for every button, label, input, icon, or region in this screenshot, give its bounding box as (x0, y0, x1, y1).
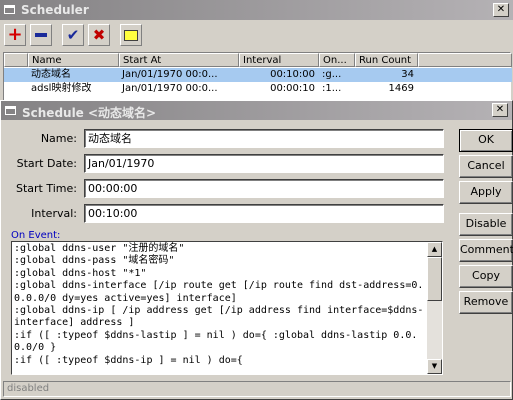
scheduler-table: Name Start At Interval On... Run Count 动… (3, 52, 512, 107)
table-header: Name Start At Interval On... Run Count (4, 53, 512, 67)
cell-run-count: 34 (401, 69, 414, 80)
column-header-filler (418, 53, 512, 67)
x-icon: ✖ (92, 26, 106, 44)
dialog-close-button[interactable]: ✕ (492, 103, 508, 117)
cell-start-at: Jan/01/1970 00:0... (122, 83, 218, 94)
start-time-label: Start Time: (16, 182, 77, 195)
cell-interval: 00:10:00 (270, 69, 315, 80)
name-label: Name: (40, 132, 77, 145)
scheduler-title: Scheduler (21, 3, 89, 17)
dialog-title: Schedule <动态域名> (22, 106, 157, 120)
disable-button[interactable]: Disable (459, 213, 513, 236)
on-event-label: On Event: (11, 230, 61, 241)
status-bar: disabled (3, 381, 511, 397)
apply-button[interactable]: Apply (459, 181, 513, 204)
interval-field[interactable]: 00:10:00 (84, 204, 444, 223)
column-header-marker (4, 53, 28, 67)
cell-run-count: 1469 (388, 83, 414, 94)
remove-button[interactable]: Remove (459, 291, 513, 314)
cell-name: 动态域名 (31, 69, 71, 80)
column-header-interval[interactable]: Interval (239, 53, 319, 67)
ok-button[interactable]: OK (459, 129, 513, 152)
start-date-field[interactable]: Jan/01/1970 (84, 154, 444, 173)
scroll-thumb[interactable] (427, 257, 442, 301)
table-row[interactable]: adsl映射修改 Jan/01/1970 00:0... 00:00:10 :1… (4, 82, 512, 96)
schedule-dialog: Schedule <动态域名> ✕ Name: 动态域名 Start Date:… (0, 100, 513, 400)
enable-button[interactable]: ✔ (62, 24, 84, 46)
column-header-on-event[interactable]: On... (319, 53, 355, 67)
cell-start-at: Jan/01/1970 00:0... (122, 69, 218, 80)
vertical-scrollbar[interactable]: ▲ ▼ (427, 242, 442, 374)
window-icon (5, 106, 16, 115)
scroll-down-icon[interactable]: ▼ (427, 359, 442, 374)
cell-name: adsl映射修改 (31, 83, 92, 94)
comment-button[interactable] (120, 24, 142, 46)
scheduler-window: Scheduler ✕ + ✔ ✖ Name Start At Interval… (0, 0, 513, 110)
table-row[interactable]: 动态域名 Jan/01/1970 00:0... 00:10:00 :g... … (4, 68, 512, 82)
column-header-run-count[interactable]: Run Count (355, 53, 418, 67)
cell-on-event: :g... (322, 69, 342, 80)
plus-icon: + (7, 24, 23, 45)
scheduler-title-bar[interactable]: Scheduler ✕ (0, 0, 513, 20)
note-icon (124, 29, 138, 41)
scroll-up-icon[interactable]: ▲ (427, 242, 442, 257)
remove-button[interactable] (30, 24, 52, 46)
cell-on-event: :1... (322, 83, 342, 94)
copy-button[interactable]: Copy (459, 265, 513, 288)
dialog-title-bar[interactable]: Schedule <动态域名> ✕ (1, 101, 512, 120)
minus-icon (35, 33, 47, 37)
check-icon: ✔ (66, 26, 80, 44)
comment-button[interactable]: Comment (459, 239, 513, 262)
on-event-script[interactable]: :global ddns-user "注册的域名" :global ddns-p… (14, 243, 427, 367)
cell-interval: 00:00:10 (270, 83, 315, 94)
start-date-label: Start Date: (16, 157, 77, 170)
add-button[interactable]: + (4, 24, 26, 46)
scheduler-toolbar: + ✔ ✖ (0, 22, 513, 50)
start-time-field[interactable]: 00:00:00 (84, 179, 444, 198)
column-header-name[interactable]: Name (28, 53, 119, 67)
interval-label: Interval: (31, 207, 77, 220)
cancel-button[interactable]: Cancel (459, 155, 513, 178)
column-header-start-at[interactable]: Start At (119, 53, 239, 67)
on-event-textarea[interactable]: :global ddns-user "注册的域名" :global ddns-p… (11, 241, 443, 375)
scheduler-close-button[interactable]: ✕ (493, 3, 509, 17)
name-field[interactable]: 动态域名 (84, 129, 444, 148)
window-icon (4, 5, 15, 14)
disable-button[interactable]: ✖ (88, 24, 110, 46)
